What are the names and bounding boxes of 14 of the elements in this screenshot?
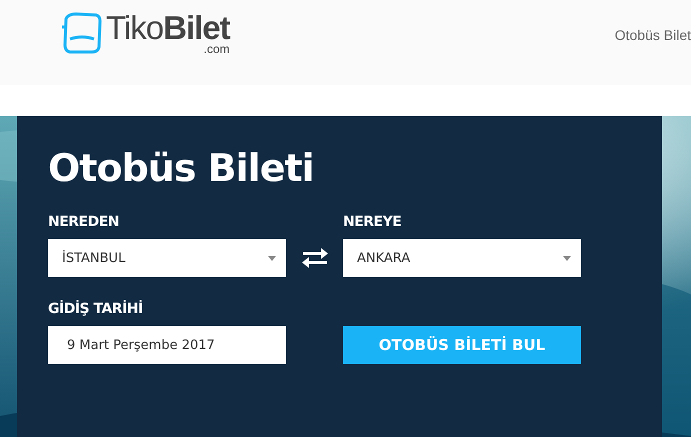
caret-icon (563, 256, 571, 260)
field-label: NEREDEN (48, 214, 120, 230)
bus-icon (62, 11, 102, 55)
origin-select[interactable]: İSTANBUL (48, 239, 286, 277)
field-label: GİDİŞ TARİHİ (48, 301, 144, 317)
nav-link[interactable]: Otobüs Bilet (614, 27, 691, 43)
logo-text: TikoBilet (106, 11, 230, 45)
field-label: NEREYE (343, 214, 402, 230)
date-field[interactable]: 9 Mart Perşembe 2017 (48, 326, 286, 364)
caret-icon (268, 256, 276, 260)
logo-suffix: .com (204, 43, 230, 55)
swap-icon[interactable] (300, 248, 328, 268)
destination-select[interactable]: ANKARA (343, 239, 581, 277)
panel-title: Otobüs Bileti (48, 145, 315, 192)
